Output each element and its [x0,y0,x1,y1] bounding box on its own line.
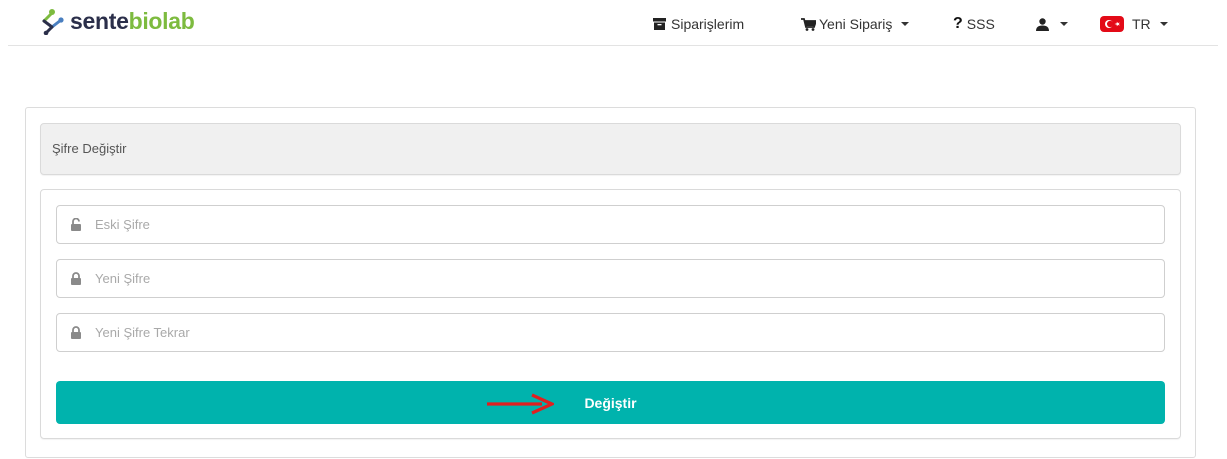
new-password-field[interactable] [56,259,1165,298]
new-password-input[interactable] [95,260,1164,297]
logo-text-part1: sente [70,7,129,34]
nav-language[interactable]: TR [1100,14,1168,34]
user-icon [1036,17,1049,31]
chevron-down-icon [901,22,910,26]
lock-icon [70,272,82,285]
chevron-down-icon [1060,22,1068,26]
lock-icon [70,326,82,339]
cart-icon [801,17,816,31]
language-label: TR [1132,16,1151,32]
question-icon: ? [953,15,963,32]
logo-text: sentebiolab [70,7,195,34]
nav-faq-label: SSS [966,16,995,32]
nav-new-order-label: Yeni Sipariş [819,16,893,32]
nav-orders-label: Siparişlerim [671,16,745,32]
nav-faq[interactable]: ? SSS [953,14,995,34]
sentebiolab-logo[interactable]: sentebiolab [38,7,195,35]
nav-new-order[interactable]: Yeni Sipariş [801,14,910,34]
logo-text-part2: biolab [128,7,195,34]
old-password-field[interactable] [56,205,1165,244]
confirm-password-input[interactable] [95,314,1164,351]
turkey-flag-icon [1100,16,1124,32]
nav-orders[interactable]: Siparişlerim [653,14,744,34]
panel-title: Şifre Değiştir [40,123,1181,175]
arrow-right-icon [487,393,554,415]
unlock-icon [70,218,82,231]
confirm-password-field[interactable] [56,313,1165,352]
molecule-logo-icon [42,9,64,35]
old-password-input[interactable] [95,206,1164,243]
chevron-down-icon [1159,22,1168,26]
top-navbar: sentebiolab Siparişlerim Yeni Sipariş ? … [8,0,1218,46]
change-password-button[interactable]: Değiştir [56,381,1165,424]
archive-icon [653,18,666,30]
nav-user-menu[interactable] [1036,14,1068,34]
